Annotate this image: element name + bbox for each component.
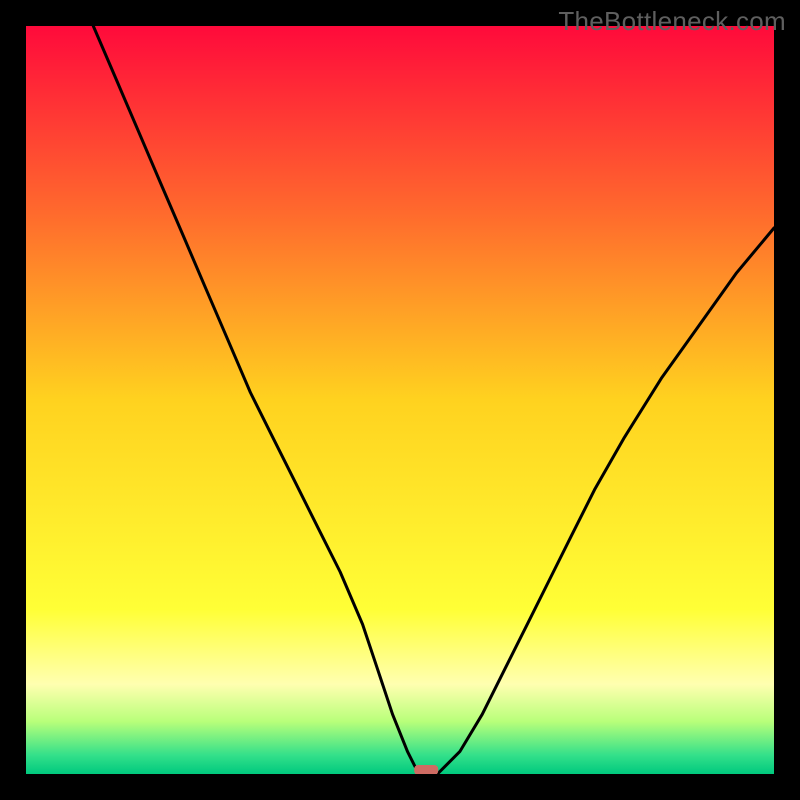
chart-svg <box>26 26 774 774</box>
chart-background <box>26 26 774 774</box>
optimal-point-marker <box>414 765 438 774</box>
chart-plot-area <box>26 26 774 774</box>
watermark-text: TheBottleneck.com <box>558 6 786 37</box>
